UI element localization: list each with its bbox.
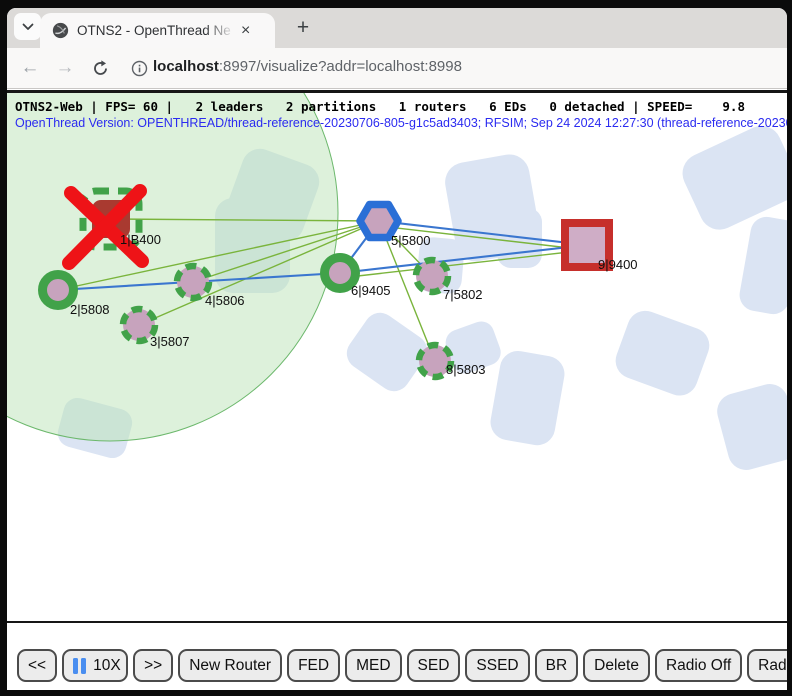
status-line: OTNS2-Web | FPS= 60 | 2 leaders 2 partit… xyxy=(15,99,745,114)
chevron-down-icon xyxy=(22,23,34,31)
speed-button-label: 10X xyxy=(93,657,121,675)
br-button-label: BR xyxy=(546,657,568,675)
radio-off-button[interactable]: Radio Off xyxy=(655,649,742,682)
ssed-button-label: SSED xyxy=(476,657,518,675)
toolbar: << 10X >> New Router FED MED SED SSED BR Delete Ra… xyxy=(17,649,787,682)
version-line: OpenThread Version: OPENTHREAD/thread-re… xyxy=(15,116,787,130)
tab-strip: OTNS2 - OpenThread Ne × + xyxy=(7,8,787,48)
sed-button[interactable]: SED xyxy=(407,649,461,682)
reload-button[interactable] xyxy=(88,56,112,80)
tab-title: OTNS2 - OpenThread Ne xyxy=(77,23,235,38)
back-button[interactable]: ← xyxy=(18,56,42,80)
forward-button[interactable]: → xyxy=(53,56,77,80)
tab-search-chevron-button[interactable] xyxy=(14,13,41,40)
step-back-button[interactable]: << xyxy=(17,649,57,682)
new-router-button[interactable]: New Router xyxy=(178,649,282,682)
tab-otns2[interactable]: OTNS2 - OpenThread Ne × xyxy=(40,13,275,48)
site-info-button[interactable] xyxy=(127,56,151,80)
radio-off-button-label: Radio Off xyxy=(666,657,731,675)
omnibox-url[interactable]: localhost:8997/visualize?addr=localhost:… xyxy=(153,58,462,75)
step-forward-button[interactable]: >> xyxy=(133,649,173,682)
fed-button-label: FED xyxy=(298,657,329,675)
reload-icon xyxy=(92,60,109,77)
radio-on-button-label: Radio On xyxy=(758,657,787,675)
med-button[interactable]: MED xyxy=(345,649,401,682)
browser-window: OTNS2 - OpenThread Ne × + ← → localhost:… xyxy=(7,8,787,690)
globe-favicon-icon xyxy=(52,22,69,39)
new-router-button-label: New Router xyxy=(189,657,271,675)
address-bar: ← → localhost:8997/visualize?addr=localh… xyxy=(7,48,787,89)
radio-on-button[interactable]: Radio On xyxy=(747,649,787,682)
step-forward-button-label: >> xyxy=(144,657,162,675)
ssed-button[interactable]: SSED xyxy=(465,649,529,682)
br-button[interactable]: BR xyxy=(535,649,579,682)
sed-button-label: SED xyxy=(418,657,450,675)
speed-button[interactable]: 10X xyxy=(62,649,128,682)
new-tab-button[interactable]: + xyxy=(290,15,316,41)
med-button-label: MED xyxy=(356,657,390,675)
fed-button[interactable]: FED xyxy=(287,649,340,682)
tab-close-icon[interactable]: × xyxy=(241,23,250,39)
delete-button[interactable]: Delete xyxy=(583,649,650,682)
info-icon xyxy=(131,60,148,77)
step-back-button-label: << xyxy=(28,657,46,675)
otns-page: OTNS2-Web | FPS= 60 | 2 leaders 2 partit… xyxy=(7,90,787,690)
pause-icon xyxy=(73,658,86,674)
delete-button-label: Delete xyxy=(594,657,639,675)
